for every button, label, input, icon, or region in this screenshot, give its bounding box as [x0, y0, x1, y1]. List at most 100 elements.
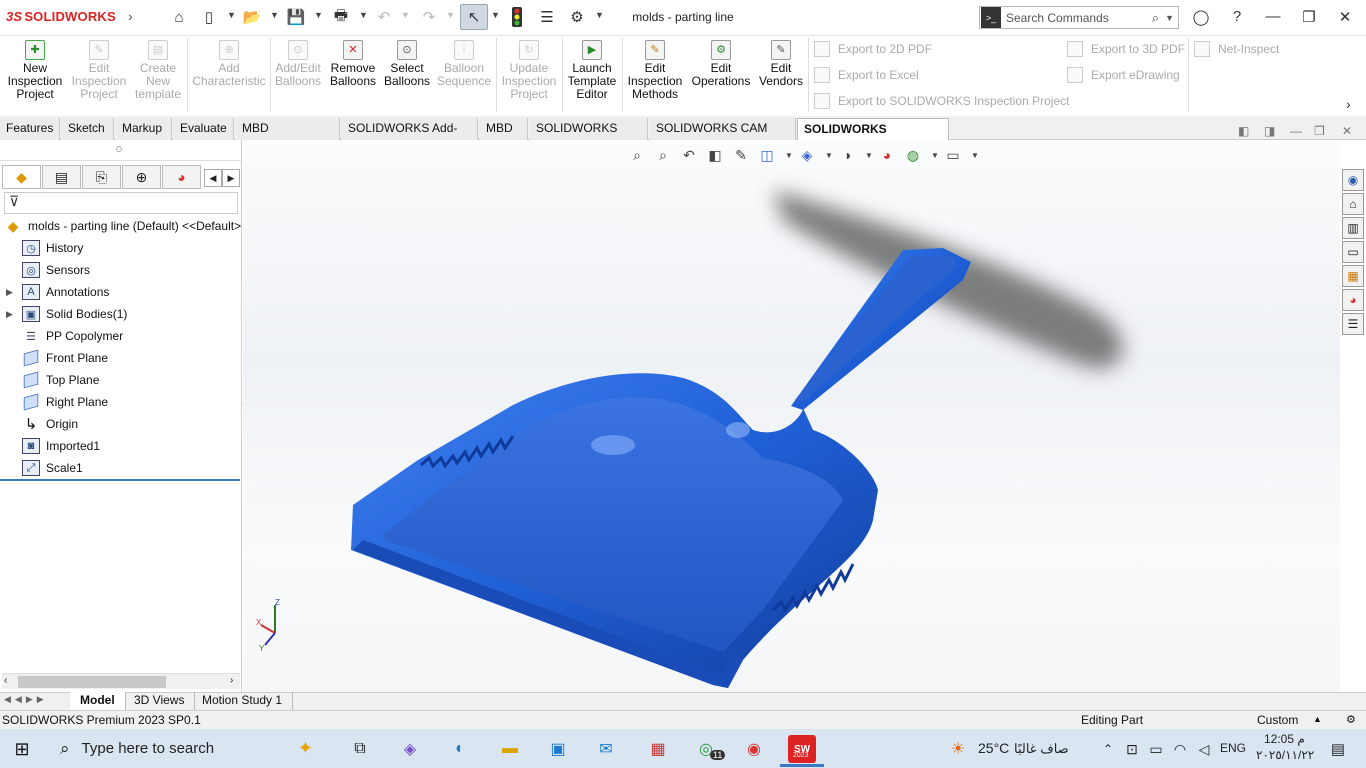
- scroll-right-arrow-icon[interactable]: ›: [230, 675, 233, 686]
- redo-icon[interactable]: ↷: [418, 6, 440, 28]
- viewport-restore-icon[interactable]: ❐: [1314, 124, 1325, 138]
- dimxpert-manager-tab-icon[interactable]: ⊕: [122, 165, 161, 189]
- add-edit-balloons-button[interactable]: ⊙ Add/Edit Balloons: [272, 40, 324, 88]
- tree-item-front-plane[interactable]: Front Plane: [10, 347, 108, 369]
- view-orientation-dropdown-icon[interactable]: ▼: [780, 147, 798, 163]
- clock-date[interactable]: ٢٠٢٥/١١/٢٢: [1256, 748, 1314, 762]
- design-library-icon[interactable]: ▥: [1342, 217, 1364, 239]
- new-document-icon[interactable]: ▯: [198, 6, 220, 28]
- apply-scene-dropdown-icon[interactable]: ▼: [926, 147, 944, 163]
- copilot-sparkle-icon[interactable]: ✦: [298, 738, 313, 759]
- view-orientation-icon[interactable]: ◫: [758, 147, 776, 163]
- save-dropdown-icon[interactable]: ▼: [314, 10, 323, 20]
- print-icon[interactable]: 🖶: [330, 6, 352, 28]
- save-icon[interactable]: 💾: [285, 6, 307, 28]
- view-settings-icon[interactable]: ▭: [944, 147, 962, 163]
- weather-icon[interactable]: ☀: [944, 735, 972, 763]
- weather-temp[interactable]: 25°C: [978, 740, 1009, 756]
- tab-markup[interactable]: Markup: [116, 118, 172, 140]
- home-icon[interactable]: ⌂: [168, 6, 190, 28]
- file-explorer-icon[interactable]: ▭: [1342, 241, 1364, 263]
- tree-item-history[interactable]: ◷ History: [10, 237, 83, 259]
- hide-show-dropdown-icon[interactable]: ▼: [860, 147, 878, 163]
- update-inspection-project-button[interactable]: ↻ Update Inspection Project: [498, 40, 560, 101]
- search-dropdown-icon[interactable]: ▼: [1165, 13, 1174, 23]
- chrome-icon[interactable]: ◉: [740, 735, 768, 763]
- edge-browser-icon[interactable]: ◐: [446, 735, 474, 763]
- tree-item-imported1[interactable]: ◙ Imported1: [10, 435, 100, 457]
- zoom-to-area-icon[interactable]: ⌕: [654, 147, 672, 163]
- tab-features[interactable]: Features: [0, 118, 60, 140]
- hide-show-items-icon[interactable]: ◑: [838, 147, 856, 163]
- tab-mbd-dimensions[interactable]: MBD Dimensions: [236, 118, 340, 155]
- open-icon[interactable]: 📂: [241, 6, 263, 28]
- traffic-light-icon[interactable]: [506, 6, 528, 28]
- remove-balloons-button[interactable]: ✕ Remove Balloons: [328, 40, 378, 88]
- close-window-icon[interactable]: ✕: [1334, 8, 1356, 26]
- tab-motion-study-1[interactable]: Motion Study 1: [192, 692, 294, 710]
- viewport-close-icon[interactable]: ✕: [1342, 124, 1352, 138]
- viewport-minimize-icon[interactable]: —: [1290, 124, 1302, 138]
- tree-root-part[interactable]: ◆ molds - parting line (Default) <<Defau…: [4, 215, 242, 237]
- tab-3d-views[interactable]: 3D Views: [124, 692, 196, 710]
- tab-sketch[interactable]: Sketch: [62, 118, 114, 140]
- new-dropdown-icon[interactable]: ▼: [227, 10, 236, 20]
- solidworks-resources-icon[interactable]: ◉: [1342, 169, 1364, 191]
- scrollbar-thumb[interactable]: [18, 676, 166, 688]
- export-sw-inspection-project-button[interactable]: Export to SOLIDWORKS Inspection Project: [814, 93, 1069, 109]
- status-tool-icon[interactable]: ⚙: [1346, 713, 1356, 726]
- tab-solidworks-cam-tbm[interactable]: SOLIDWORKS CAM TBM: [650, 118, 796, 155]
- launch-template-editor-button[interactable]: ▶ Launch Template Editor: [564, 40, 620, 101]
- view-palette-icon[interactable]: ▦: [1342, 265, 1364, 287]
- search-commands-box[interactable]: >_ Search Commands ⌕ ▼: [979, 6, 1179, 29]
- help-icon[interactable]: ?: [1226, 8, 1248, 25]
- net-inspect-button[interactable]: Net-Inspect: [1194, 41, 1279, 57]
- select-icon[interactable]: ↖: [460, 4, 488, 30]
- tab-solidworks-cam[interactable]: SOLIDWORKS CAM: [530, 118, 648, 155]
- panel-scroll-left-icon[interactable]: ◀: [204, 169, 222, 187]
- tree-item-origin[interactable]: ↳ Origin: [10, 413, 78, 435]
- tree-item-scale1[interactable]: ⤢ Scale1: [10, 457, 83, 479]
- tree-item-sensors[interactable]: ◎ Sensors: [10, 259, 90, 281]
- add-characteristic-button[interactable]: ⊕ Add Characteristic: [190, 40, 268, 88]
- windows-start-icon[interactable]: ⊞: [8, 735, 36, 763]
- feature-manager-tab-icon[interactable]: ◆: [2, 165, 41, 189]
- tab-model[interactable]: Model: [70, 692, 126, 710]
- tree-item-solid-bodies[interactable]: ▶ ▣ Solid Bodies(1): [6, 303, 127, 325]
- tab-evaluate[interactable]: Evaluate: [174, 118, 234, 140]
- panel-grip-icon[interactable]: [116, 146, 122, 152]
- task-view-icon[interactable]: ⧉: [346, 735, 374, 763]
- undo-icon[interactable]: ↶: [373, 6, 395, 28]
- new-inspection-project-button[interactable]: ✚ New Inspection Project: [4, 40, 66, 101]
- display-manager-tab-icon[interactable]: ◕: [162, 165, 201, 189]
- expand-arrow-icon[interactable]: ▶: [6, 287, 22, 298]
- tree-item-annotations[interactable]: ▶ A Annotations: [6, 281, 109, 303]
- custom-properties-icon[interactable]: ☰: [1342, 313, 1364, 335]
- select-balloons-button[interactable]: ⊙ Select Balloons: [382, 40, 432, 88]
- balloon-sequence-button[interactable]: ⁝ Balloon Sequence: [436, 40, 492, 88]
- redo-dropdown-icon[interactable]: ▼: [446, 10, 455, 20]
- options-gear-icon[interactable]: ⚙: [566, 6, 588, 28]
- edit-vendors-button[interactable]: ✎ Edit Vendors: [756, 40, 806, 88]
- menu-expand-chevron-icon[interactable]: ›: [128, 8, 133, 24]
- weather-desc[interactable]: صاف غالبًا: [1014, 741, 1069, 757]
- tree-item-material[interactable]: ☰ PP Copolymer: [10, 325, 123, 347]
- edit-operations-button[interactable]: ⚙ Edit Operations: [690, 40, 752, 88]
- graphics-area[interactable]: Z X Y: [243, 140, 1340, 692]
- microsoft-store-icon[interactable]: ▣: [544, 735, 572, 763]
- notifications-icon[interactable]: ▤: [1324, 735, 1352, 763]
- configuration-manager-tab-icon[interactable]: ⎘: [82, 165, 121, 189]
- tab-scroll-arrows-icon[interactable]: ◀◀▶▶: [4, 694, 48, 705]
- search-input[interactable]: Search Commands: [1006, 11, 1109, 25]
- dustpan-model[interactable]: [243, 140, 1340, 692]
- ribbon-overflow-chevron-icon[interactable]: ›: [1346, 96, 1351, 112]
- task-pane-home-icon[interactable]: ⌂: [1342, 193, 1364, 215]
- panel-horizontal-scrollbar[interactable]: ‹ ›: [2, 673, 240, 689]
- dynamic-annotation-icon[interactable]: ✎: [732, 147, 750, 163]
- export-3d-pdf-button[interactable]: Export to 3D PDF: [1067, 41, 1185, 57]
- search-icon[interactable]: ⌕: [1152, 10, 1159, 26]
- options-dropdown-icon[interactable]: ▼: [595, 10, 604, 20]
- open-dropdown-icon[interactable]: ▼: [270, 10, 279, 20]
- taskbar-search-input[interactable]: Type here to search: [82, 740, 215, 757]
- copilot-icon[interactable]: ◈: [396, 735, 424, 763]
